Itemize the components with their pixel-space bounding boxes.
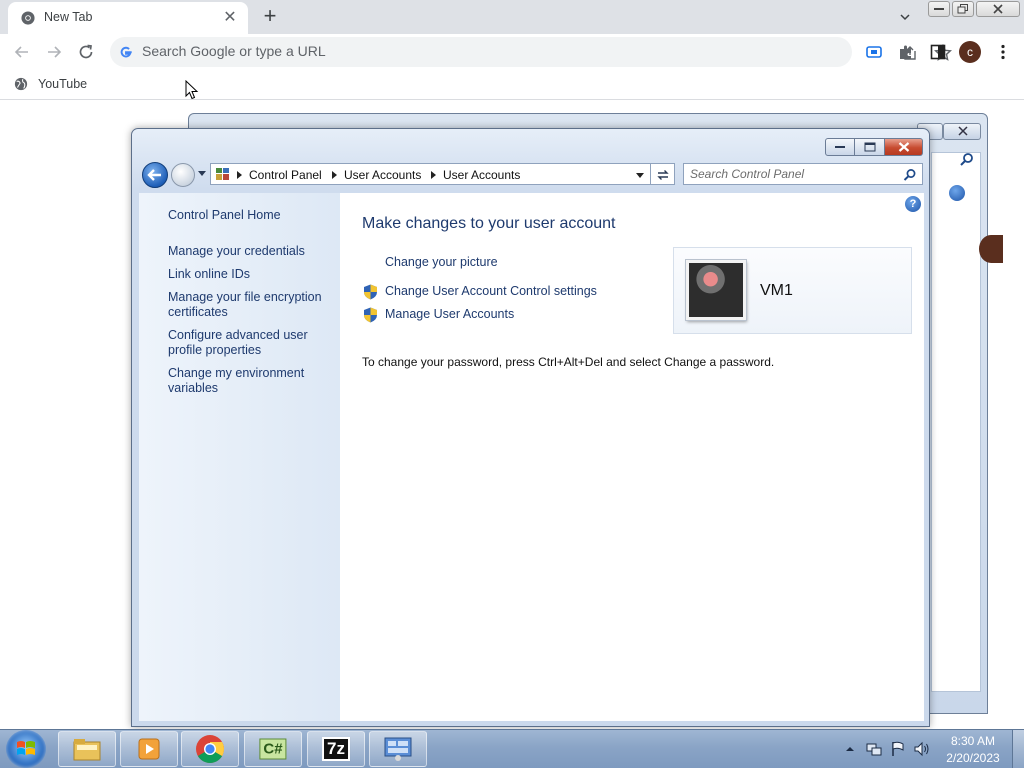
uac-shield-icon bbox=[364, 284, 377, 300]
link-file-encryption-certificates[interactable]: Manage your file encryption certificates bbox=[168, 290, 333, 320]
help-icon[interactable]: ? bbox=[905, 196, 921, 212]
link-manage-user-accounts[interactable]: Manage User Accounts bbox=[385, 307, 514, 321]
control-panel-icon bbox=[384, 737, 412, 761]
volume-icon[interactable] bbox=[914, 741, 930, 757]
breadcrumb-user-accounts-current[interactable]: User Accounts bbox=[443, 168, 520, 182]
breadcrumb-separator[interactable] bbox=[237, 171, 242, 179]
avatar bbox=[979, 235, 1003, 263]
show-hidden-icons-icon[interactable] bbox=[846, 746, 854, 752]
back-button[interactable] bbox=[142, 162, 168, 188]
recent-pages-chevron-icon[interactable] bbox=[198, 171, 206, 177]
breadcrumb-user-accounts[interactable]: User Accounts bbox=[344, 168, 421, 182]
maximize-button[interactable] bbox=[855, 138, 885, 156]
breadcrumb-separator[interactable] bbox=[431, 171, 436, 179]
main-content: ? Make changes to your user account Chan… bbox=[340, 193, 924, 721]
clock-date[interactable]: 2/20/2023 bbox=[940, 751, 1006, 765]
back-arrow-icon[interactable] bbox=[12, 42, 32, 62]
forward-button[interactable] bbox=[171, 163, 195, 187]
show-desktop-button[interactable] bbox=[1012, 730, 1024, 768]
tab-close-icon[interactable]: ✕ bbox=[220, 8, 240, 28]
network-icon[interactable] bbox=[866, 741, 882, 757]
extensions-puzzle-icon[interactable] bbox=[896, 42, 916, 62]
search-box[interactable] bbox=[683, 163, 923, 185]
link-change-picture[interactable]: Change your picture bbox=[385, 255, 498, 269]
folder-icon bbox=[73, 739, 101, 761]
taskbar-chrome[interactable] bbox=[181, 731, 239, 767]
breadcrumb-control-panel[interactable]: Control Panel bbox=[249, 168, 322, 182]
start-button[interactable] bbox=[6, 730, 46, 768]
background-window-content bbox=[931, 152, 981, 692]
link-control-panel-home[interactable]: Control Panel Home bbox=[168, 208, 333, 223]
mouse-cursor-icon bbox=[185, 80, 199, 100]
address-bar[interactable]: Control Panel User Accounts User Account… bbox=[210, 163, 651, 185]
search-input[interactable] bbox=[690, 167, 890, 181]
action-center-flag-icon[interactable] bbox=[890, 741, 906, 757]
help-icon[interactable] bbox=[949, 185, 965, 201]
address-dropdown-icon[interactable] bbox=[636, 173, 644, 178]
user-account-tile: VM1 bbox=[673, 247, 912, 334]
refresh-icon bbox=[657, 170, 669, 180]
clock-time[interactable]: 8:30 AM bbox=[940, 734, 1006, 748]
chrome-icon bbox=[196, 735, 224, 763]
link-manage-credentials[interactable]: Manage your credentials bbox=[168, 244, 333, 259]
7zip-icon: 7z bbox=[322, 737, 350, 761]
google-g-icon bbox=[120, 46, 132, 58]
cast-icon[interactable] bbox=[864, 42, 884, 62]
bookmarks-bar: YouTube bbox=[0, 70, 1024, 100]
refresh-button[interactable] bbox=[651, 163, 675, 185]
chrome-minimize-button[interactable] bbox=[928, 1, 950, 17]
link-environment-variables[interactable]: Change my environment variables bbox=[168, 366, 333, 396]
uac-shield-icon bbox=[364, 307, 377, 323]
new-tab-button[interactable]: + bbox=[257, 4, 283, 30]
windows-logo-icon bbox=[17, 741, 35, 755]
password-note: To change your password, press Ctrl+Alt+… bbox=[362, 355, 775, 369]
background-window-close-button[interactable] bbox=[943, 123, 981, 140]
taskbar-7zip[interactable]: 7z bbox=[307, 731, 365, 767]
taskbar: C# 7z 8:30 AM 2/20/2023 bbox=[0, 729, 1024, 768]
reload-icon[interactable] bbox=[76, 42, 96, 62]
search-icon[interactable] bbox=[959, 152, 975, 168]
taskbar-csharp-editor[interactable]: C# bbox=[244, 731, 302, 767]
globe-icon bbox=[14, 77, 28, 91]
chrome-tab-strip: New Tab ✕ + bbox=[0, 0, 1024, 34]
page-title: Make changes to your user account bbox=[362, 215, 616, 232]
profile-avatar[interactable]: c bbox=[959, 41, 981, 63]
breadcrumb-separator[interactable] bbox=[332, 171, 337, 179]
taskbar-file-explorer[interactable] bbox=[58, 731, 116, 767]
csharp-icon: C# bbox=[259, 738, 287, 760]
tab-new-tab[interactable]: New Tab ✕ bbox=[8, 2, 248, 34]
tab-title: New Tab bbox=[44, 10, 93, 24]
link-online-ids[interactable]: Link online IDs bbox=[168, 267, 333, 282]
taskbar-media-player[interactable] bbox=[120, 731, 178, 767]
chrome-logo-icon bbox=[21, 11, 35, 25]
user-picture bbox=[686, 260, 746, 320]
media-player-icon bbox=[138, 738, 160, 760]
omnibox[interactable] bbox=[110, 37, 952, 67]
left-nav-pane: Control Panel Home Manage your credentia… bbox=[139, 193, 340, 721]
control-panel-icon bbox=[216, 168, 229, 180]
chrome-toolbar: c bbox=[0, 34, 1024, 70]
side-panel-icon[interactable] bbox=[928, 42, 948, 62]
minimize-button[interactable] bbox=[825, 138, 855, 156]
control-panel-window: Control Panel User Accounts User Account… bbox=[131, 128, 930, 727]
tab-search-chevron-icon[interactable] bbox=[893, 6, 917, 28]
search-icon[interactable] bbox=[903, 168, 917, 182]
bookmark-label: YouTube bbox=[38, 77, 88, 91]
link-advanced-profile-properties[interactable]: Configure advanced user profile properti… bbox=[168, 328, 333, 358]
link-uac-settings[interactable]: Change User Account Control settings bbox=[385, 284, 597, 298]
chrome-menu-kebab-icon[interactable] bbox=[993, 42, 1013, 62]
user-name: VM1 bbox=[760, 282, 793, 299]
close-button[interactable] bbox=[885, 138, 923, 156]
forward-arrow-icon[interactable] bbox=[44, 42, 64, 62]
chrome-restore-button[interactable] bbox=[952, 1, 974, 17]
chrome-close-button[interactable] bbox=[976, 1, 1020, 17]
omnibox-input[interactable] bbox=[142, 43, 742, 59]
taskbar-control-panel[interactable] bbox=[369, 731, 427, 767]
